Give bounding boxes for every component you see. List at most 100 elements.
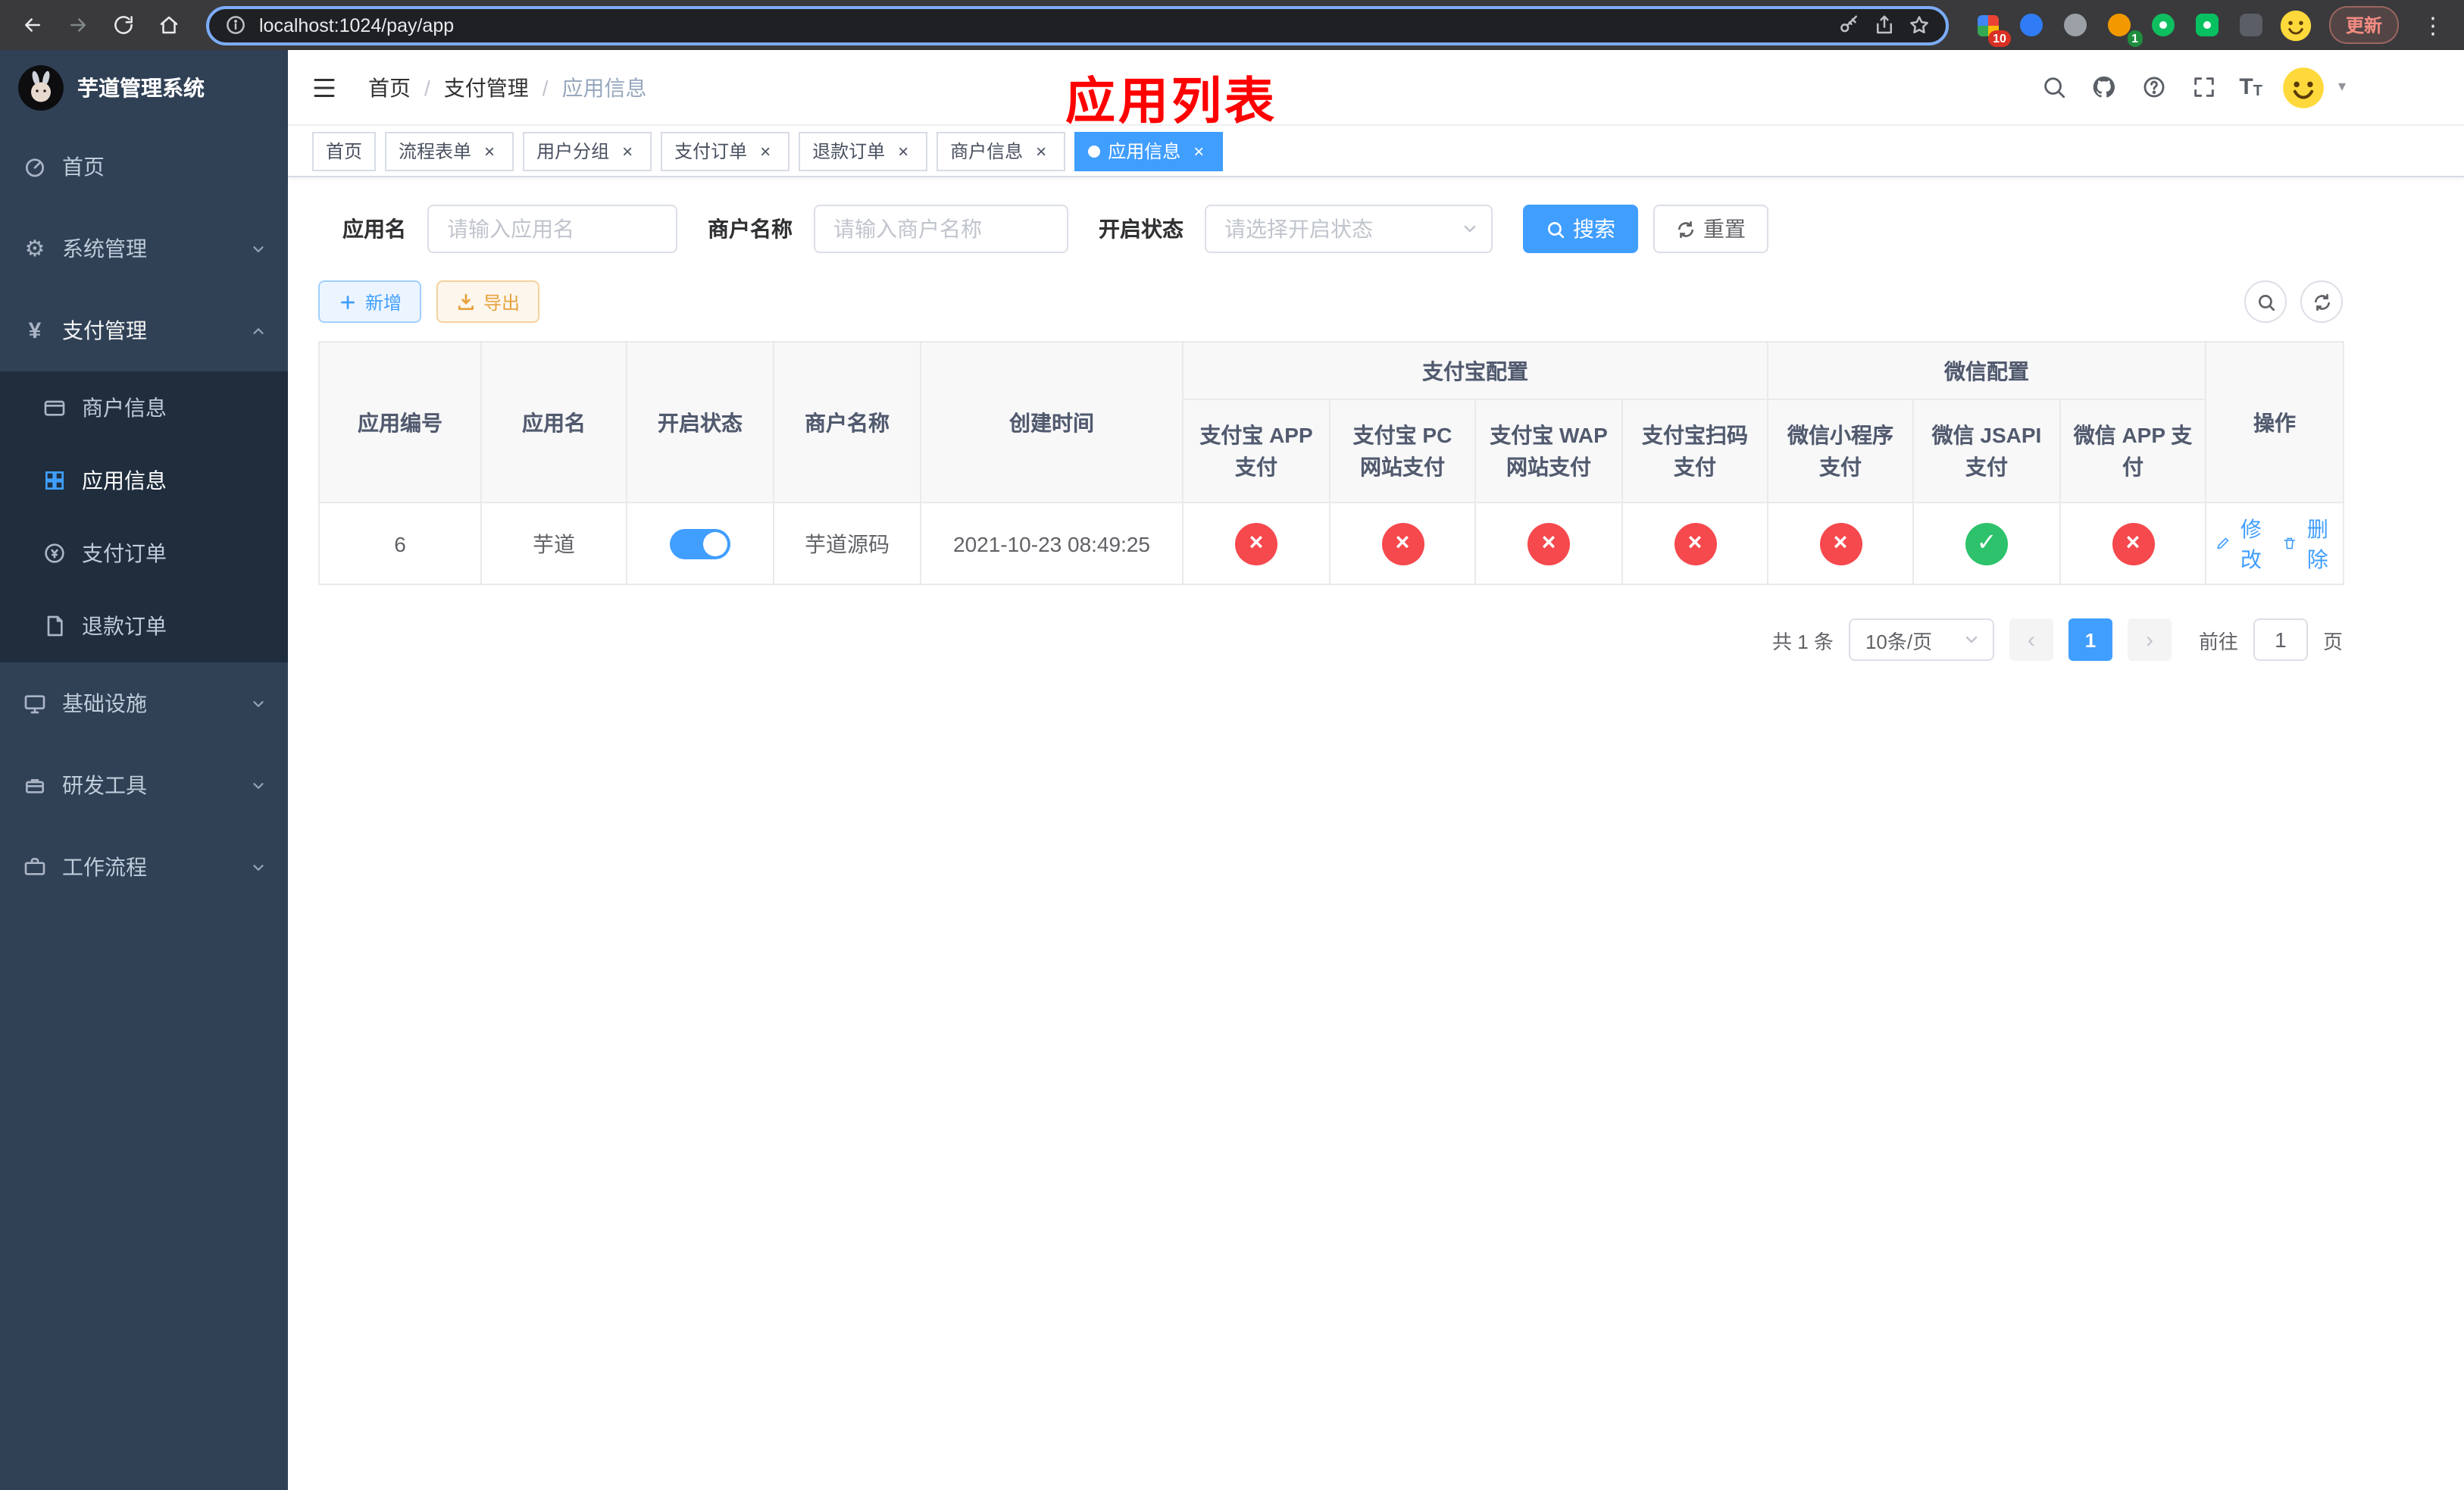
share-icon[interactable]	[1873, 14, 1896, 36]
profile-avatar[interactable]	[2278, 7, 2314, 43]
export-button[interactable]: 导出	[436, 280, 540, 323]
tab-home[interactable]: 首页	[312, 131, 377, 171]
breadcrumb-separator: /	[424, 75, 430, 99]
merchant-name-label: 商户名称	[708, 217, 793, 241]
sidebar-item-home[interactable]: 首页	[0, 126, 288, 208]
help-icon[interactable]	[2139, 72, 2169, 102]
column-header-actions: 操作	[2205, 341, 2344, 503]
tab-close-icon[interactable]: ×	[479, 140, 500, 161]
close-icon: ×	[1541, 530, 1556, 556]
sidebar-item-workflow[interactable]: 工作流程	[0, 826, 288, 908]
goto-suffix: 页	[2322, 630, 2343, 653]
sidebar-toggle[interactable]	[288, 50, 361, 124]
sidebar-item-infrastructure[interactable]: 基础设施	[0, 662, 288, 744]
tab-process-form[interactable]: 流程表单 ×	[385, 131, 514, 171]
home-icon[interactable]	[149, 5, 188, 45]
status-select[interactable]: 请选择开启状态	[1205, 205, 1493, 253]
bookmark-star-icon[interactable]	[1908, 14, 1931, 36]
group-header-wechat: 微信配置	[1767, 341, 2206, 400]
extensions-area: 10 1	[1970, 7, 2314, 46]
extension-avatar-icon[interactable]: 1	[2102, 7, 2143, 46]
main-area: 应用列表 首页 / 支付管理 / 应用信息 TT ▾ 首页 流程表单 × 用户分…	[288, 50, 2464, 1490]
fullscreen-icon[interactable]	[2189, 72, 2219, 102]
cell-wechat-mini: ×✓	[1767, 502, 1914, 585]
edit-link[interactable]: 修改	[2215, 513, 2267, 574]
status-toggle[interactable]	[670, 528, 730, 559]
caret-down-icon[interactable]: ▾	[2338, 79, 2346, 95]
filter-status: 开启状态 请选择开启状态	[1099, 205, 1493, 253]
briefcase-icon	[21, 853, 48, 881]
add-button[interactable]: 新增	[318, 280, 422, 323]
sidebar-item-refund-order[interactable]: 退款订单	[0, 590, 288, 662]
extension-green-circle-icon[interactable]	[2146, 7, 2182, 43]
active-tab-dot	[1088, 145, 1101, 157]
grid-icon	[41, 467, 68, 494]
browser-toolbar: localhost:1024/pay/app 10 1 更新 ⋮	[0, 0, 2464, 50]
merchant-name-input[interactable]	[814, 205, 1068, 253]
toggle-search-button[interactable]	[2244, 280, 2287, 323]
tab-close-icon[interactable]: ×	[1188, 140, 1209, 161]
goto-input[interactable]	[2253, 618, 2308, 661]
plus-icon	[341, 295, 355, 308]
prev-page-button[interactable]: ‹	[2009, 618, 2053, 661]
page-size-select[interactable]: 10条/页	[1848, 618, 1994, 661]
sidebar-item-system[interactable]: ⚙ 系统管理	[0, 208, 288, 290]
extension-gray-icon[interactable]	[2058, 7, 2094, 43]
extension-wechat-icon[interactable]	[2190, 7, 2226, 43]
tab-close-icon[interactable]: ×	[1030, 140, 1052, 161]
tab-user-group[interactable]: 用户分组 ×	[523, 131, 652, 171]
breadcrumb-item-home[interactable]: 首页	[368, 72, 411, 102]
check-icon: ✓	[1976, 530, 1997, 556]
github-icon[interactable]	[2089, 72, 2119, 102]
current-page-button[interactable]: 1	[2068, 618, 2112, 661]
extension-grid-icon[interactable]: 10	[1970, 7, 2011, 46]
url-bar[interactable]: localhost:1024/pay/app	[206, 5, 1949, 45]
back-icon[interactable]	[12, 5, 52, 45]
tab-close-icon[interactable]: ×	[893, 140, 914, 161]
search-icon[interactable]	[2039, 72, 2069, 102]
delete-link[interactable]: 删除	[2282, 513, 2334, 574]
search-button[interactable]: 搜索	[1523, 205, 1638, 253]
app-window: 芋道管理系统 首页 ⚙ 系统管理 ¥ 支付管理 商户信息 应用信息 支付订单 退…	[0, 50, 2464, 1490]
key-icon[interactable]	[1838, 14, 1861, 36]
extension-badge: 10	[1988, 30, 2011, 46]
table-row: 6 芋道 芋道源码 2021-10-23 08:49:25 ×✓ ×✓ ×✓	[318, 502, 2344, 585]
download-icon	[458, 293, 474, 310]
extension-drop-icon[interactable]	[2014, 7, 2050, 43]
select-caret-icon	[1962, 631, 1981, 649]
extension-dark-icon[interactable]	[2234, 7, 2270, 43]
tab-refund-order[interactable]: 退款订单 ×	[799, 131, 928, 171]
column-header-alipay-wap: 支付宝 WAP 网站支付	[1474, 399, 1623, 503]
status-icon: ×✓	[1819, 522, 1862, 565]
refresh-button[interactable]	[2300, 280, 2343, 323]
sidebar-item-merchant-info[interactable]: 商户信息	[0, 371, 288, 444]
column-header-merchant: 商户名称	[773, 341, 921, 503]
next-page-button[interactable]: ›	[2127, 618, 2172, 661]
sidebar-item-app-info[interactable]: 应用信息	[0, 444, 288, 517]
forward-icon[interactable]	[58, 5, 97, 45]
app-name-input[interactable]	[427, 205, 677, 253]
update-button[interactable]: 更新	[2328, 6, 2399, 44]
avatar[interactable]	[2282, 66, 2325, 108]
reset-button[interactable]: 重置	[1653, 205, 1768, 253]
reload-icon[interactable]	[103, 5, 142, 45]
info-icon[interactable]	[224, 14, 247, 36]
extension-badge-green: 1	[2127, 30, 2143, 46]
sidebar-item-label: 退款订单	[82, 614, 167, 638]
status-icon: ×✓	[1965, 522, 2008, 565]
sidebar-item-payment[interactable]: ¥ 支付管理	[0, 290, 288, 371]
sidebar-item-pay-order[interactable]: 支付订单	[0, 517, 288, 590]
tab-app-info[interactable]: 应用信息 ×	[1074, 131, 1224, 171]
url-text[interactable]: localhost:1024/pay/app	[259, 14, 454, 36]
sidebar-item-dev-tools[interactable]: 研发工具	[0, 744, 288, 826]
tab-close-icon[interactable]: ×	[755, 140, 776, 161]
font-size-icon[interactable]: TT	[2239, 74, 2262, 100]
kebab-menu-icon[interactable]: ⋮	[2414, 11, 2452, 39]
tab-pay-order[interactable]: 支付订单 ×	[661, 131, 790, 171]
cell-alipay-app: ×✓	[1182, 502, 1330, 585]
tab-merchant-info[interactable]: 商户信息 ×	[937, 131, 1066, 171]
goto-label: 前往	[2198, 630, 2238, 653]
tab-close-icon[interactable]: ×	[617, 140, 638, 161]
app-logo: 芋道管理系统	[0, 50, 288, 126]
breadcrumb-item-payment[interactable]: 支付管理	[444, 72, 529, 102]
